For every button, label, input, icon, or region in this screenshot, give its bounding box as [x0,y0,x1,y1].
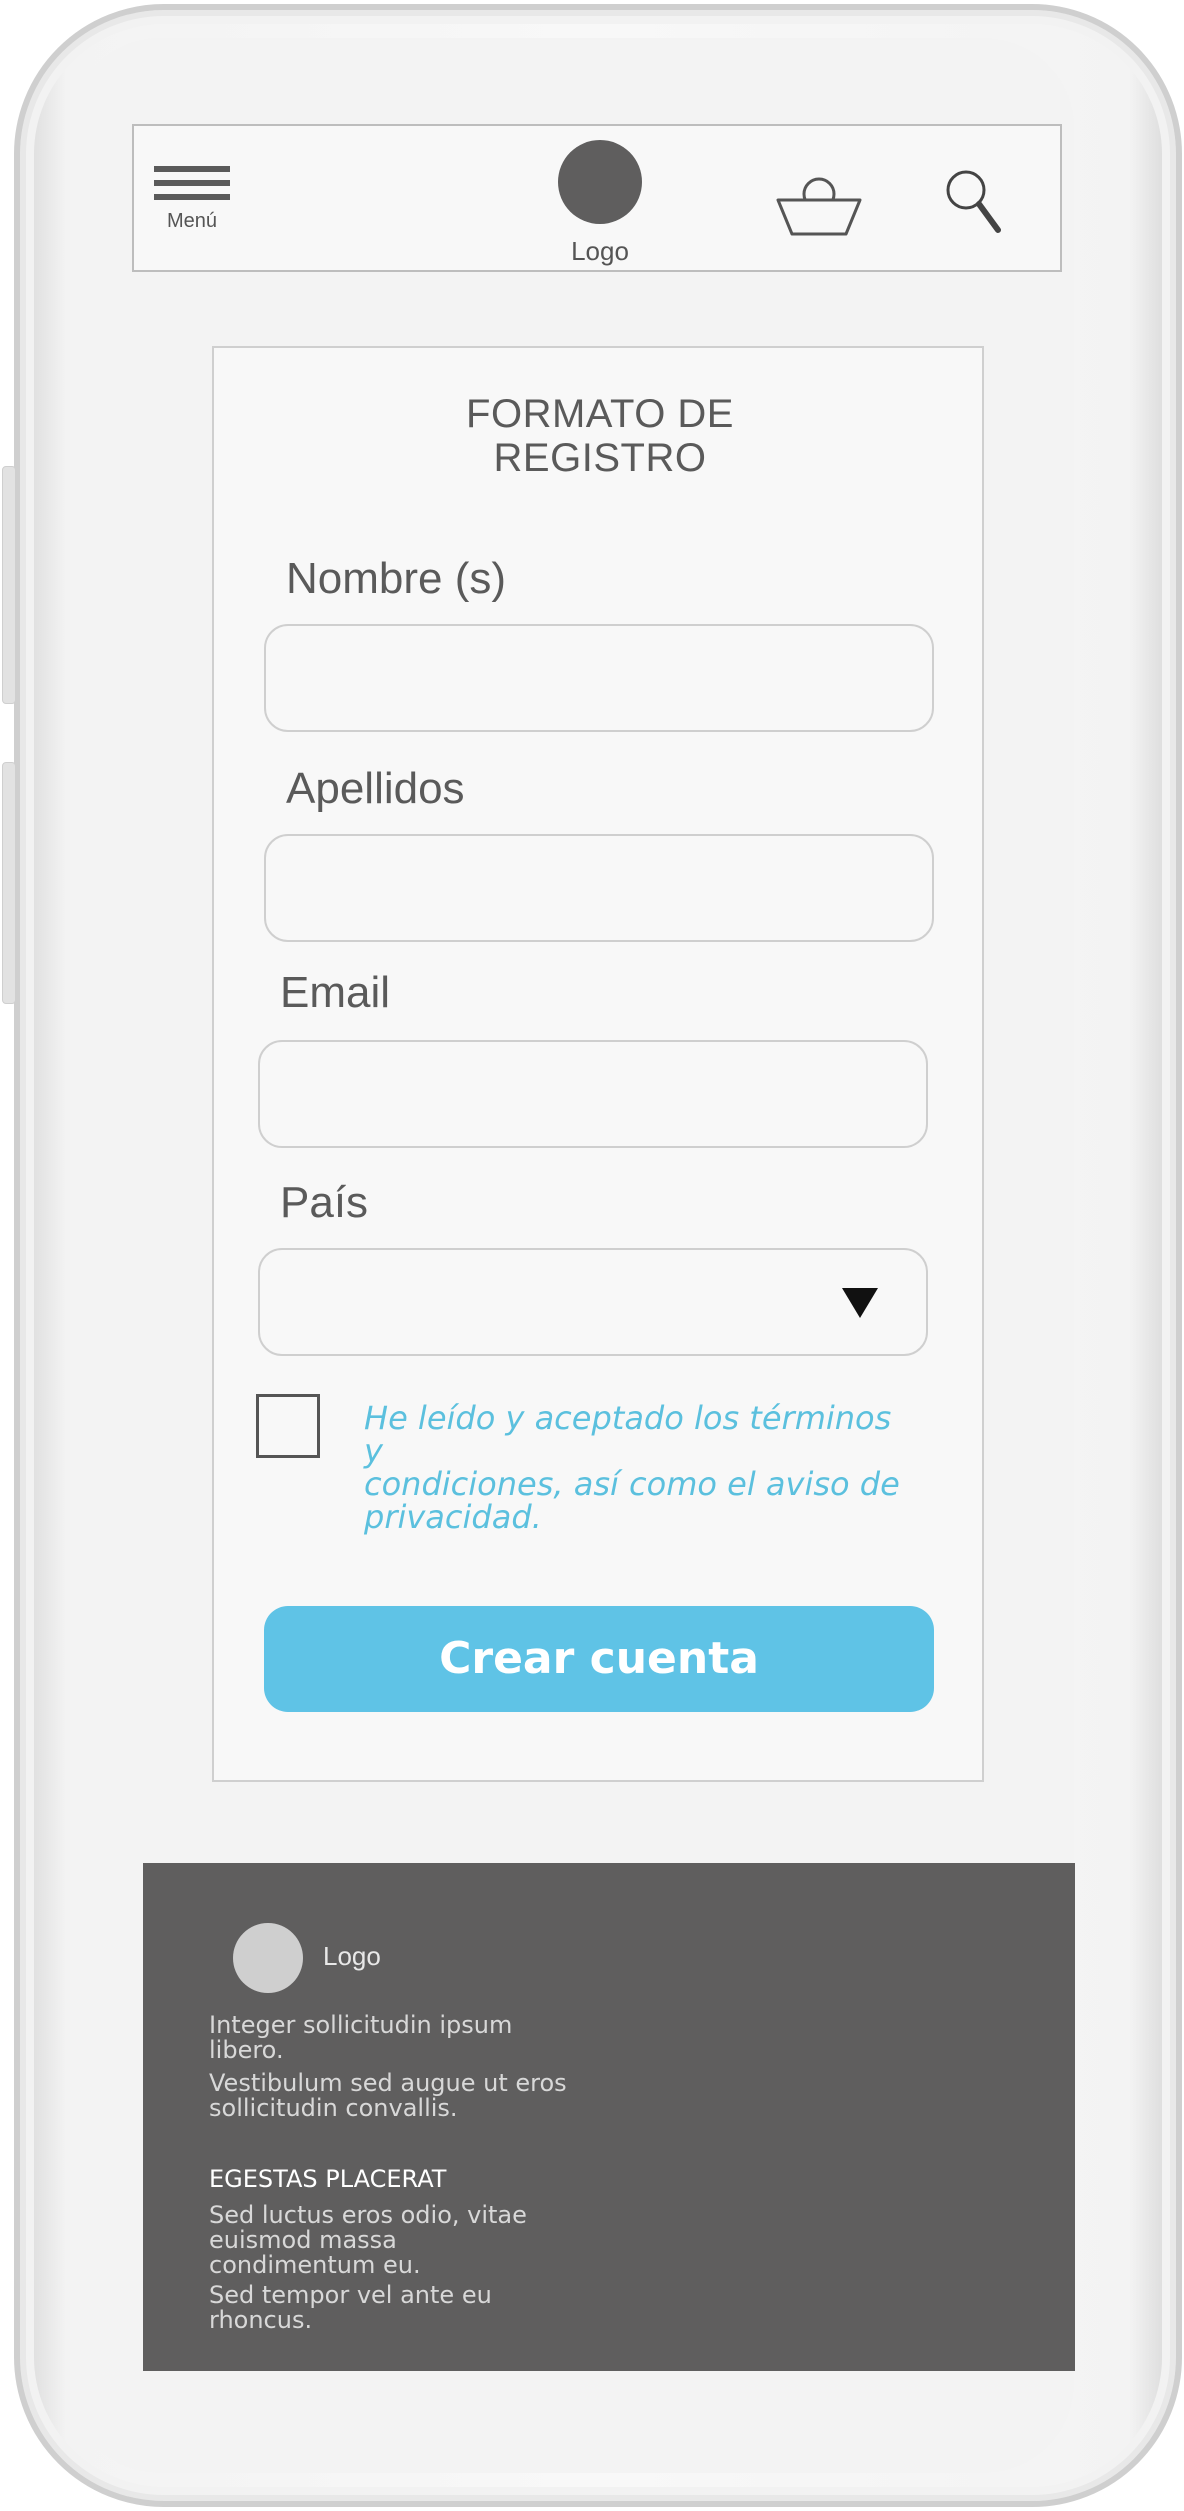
last-name-label: Apellidos [286,764,465,813]
logo-icon[interactable] [558,140,642,224]
form-title: FORMATO DE REGISTRO [466,392,734,480]
country-label: País [280,1178,369,1227]
terms-checkbox[interactable] [256,1394,320,1458]
last-name-field[interactable] [264,834,934,942]
terms-text[interactable]: He leído y aceptado los términos y condi… [364,1402,904,1534]
footer-text-1: Integer sollicitudin ipsum libero. [209,2011,513,2064]
footer-text-2: Vestibulum sed augue ut eros sollicitudi… [209,2069,567,2122]
hamburger-icon[interactable] [154,166,230,204]
registration-form: FORMATO DE REGISTRO Nombre (s) Apellidos… [212,346,984,1782]
footer-text-3: Sed luctus eros odio, vitae euismod mass… [209,2201,527,2279]
logo-label: Logo [571,236,629,266]
site-footer: Logo Integer sollicitudin ipsum libero. … [143,1863,1075,2371]
create-account-button[interactable]: Crear cuenta [264,1606,934,1712]
footer-logo-icon [233,1923,303,1993]
email-label: Email [280,968,391,1017]
volume-up-button [2,466,16,704]
site-header: Menú Logo [132,124,1062,272]
country-select[interactable] [258,1248,928,1356]
footer-text-4: Sed tempor vel ante eu rhoncus. [209,2281,492,2334]
basket-icon[interactable] [774,170,864,240]
dropdown-arrow-icon[interactable] [842,1288,878,1318]
volume-down-button [2,762,16,1004]
search-icon[interactable] [944,168,1004,238]
menu-label[interactable]: Menú [154,210,230,233]
email-field[interactable] [258,1040,928,1148]
footer-logo-label: Logo [323,1941,381,1971]
footer-heading: EGESTAS PLACERAT [209,2165,447,2193]
first-name-field[interactable] [264,624,934,732]
first-name-label: Nombre (s) [286,554,507,603]
